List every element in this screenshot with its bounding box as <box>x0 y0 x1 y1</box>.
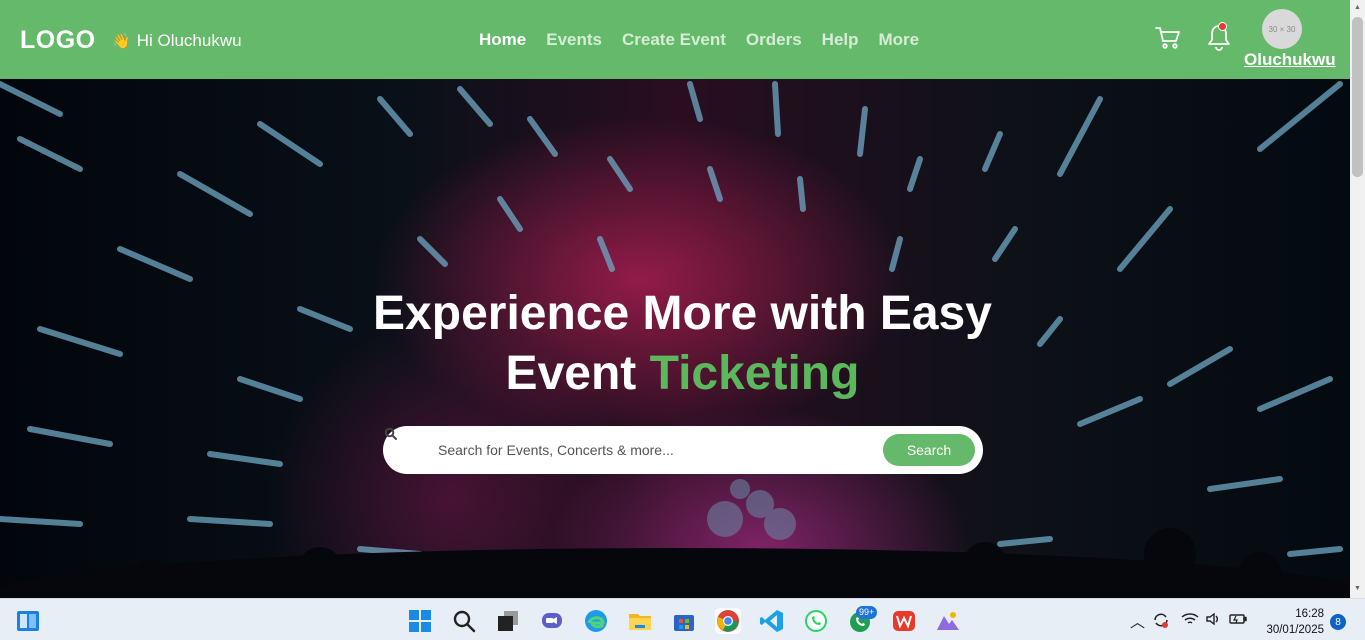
event-search-bar: Search <box>383 426 983 474</box>
show-hidden-icons-icon[interactable]: ︿ <box>1130 611 1145 632</box>
scrollbar-thumb[interactable] <box>1352 17 1363 177</box>
clock-date: 30/01/2025 <box>1266 624 1324 636</box>
microsoft-store-icon[interactable] <box>671 608 697 634</box>
chrome-browser-icon[interactable] <box>715 608 741 634</box>
wps-office-icon[interactable] <box>891 608 917 634</box>
battery-icon[interactable] <box>1229 611 1247 627</box>
notification-dot <box>1218 22 1227 31</box>
volume-icon[interactable] <box>1205 611 1221 627</box>
scroll-down-arrow-icon[interactable]: ▼ <box>1354 585 1361 592</box>
browser-page: LOGO 👋 Hi Oluchukwu Home Events Create E… <box>0 0 1350 598</box>
chat-icon[interactable] <box>539 608 565 634</box>
windows-taskbar: 99+ ︿ 16:28 30/01/2025 8 <box>0 598 1365 640</box>
nav-orders[interactable]: Orders <box>746 30 802 50</box>
page-scrollbar[interactable]: ▲ ▼ <box>1350 0 1365 598</box>
top-navbar: LOGO 👋 Hi Oluchukwu Home Events Create E… <box>0 0 1350 79</box>
nav-home[interactable]: Home <box>479 30 526 50</box>
sync-icon[interactable] <box>1152 611 1170 629</box>
hero-section: Experience More with Easy Event Ticketin… <box>0 79 1350 598</box>
whatsapp-icon[interactable] <box>803 608 829 634</box>
username-link[interactable]: Oluchukwu <box>1244 50 1336 70</box>
search-button[interactable]: Search <box>883 434 975 466</box>
scroll-up-arrow-icon[interactable]: ▲ <box>1354 4 1361 11</box>
edge-browser-icon[interactable] <box>583 608 609 634</box>
whatsapp-unread-badge: 99+ <box>856 606 878 619</box>
clock-time: 16:28 <box>1295 608 1324 620</box>
shopping-cart-icon[interactable] <box>1154 24 1182 52</box>
user-greeting: 👋 Hi Oluchukwu <box>112 31 242 51</box>
system-clock[interactable]: 16:28 30/01/2025 <box>1262 606 1324 638</box>
task-view-icon[interactable] <box>495 608 521 634</box>
notification-count-badge[interactable]: 8 <box>1330 614 1346 630</box>
windows-start-icon[interactable] <box>407 608 433 634</box>
nav-help[interactable]: Help <box>822 30 859 50</box>
wave-emoji-icon: 👋 <box>112 33 131 50</box>
main-nav: Home Events Create Event Orders Help Mor… <box>479 30 919 50</box>
wifi-icon[interactable] <box>1181 611 1199 627</box>
avatar[interactable]: 30 × 30 <box>1262 9 1302 49</box>
site-logo[interactable]: LOGO <box>20 26 96 55</box>
search-taskbar-icon[interactable] <box>451 608 477 634</box>
greeting-text: Hi Oluchukwu <box>136 31 242 50</box>
hero-headline-line2: Event Ticketing <box>0 344 1350 404</box>
nav-more[interactable]: More <box>879 30 920 50</box>
photos-icon[interactable] <box>935 608 961 634</box>
headline-accent-text: Ticketing <box>649 347 860 400</box>
search-input[interactable] <box>438 438 858 462</box>
nav-create-event[interactable]: Create Event <box>622 30 726 50</box>
headline-plain-text: Event <box>505 347 637 400</box>
nav-events[interactable]: Events <box>546 30 602 50</box>
hero-headline-line1: Experience More with Easy <box>373 287 992 340</box>
search-icon <box>384 427 397 440</box>
vscode-icon[interactable] <box>759 608 785 634</box>
file-explorer-icon[interactable] <box>627 608 653 634</box>
widgets-icon[interactable] <box>15 608 41 634</box>
